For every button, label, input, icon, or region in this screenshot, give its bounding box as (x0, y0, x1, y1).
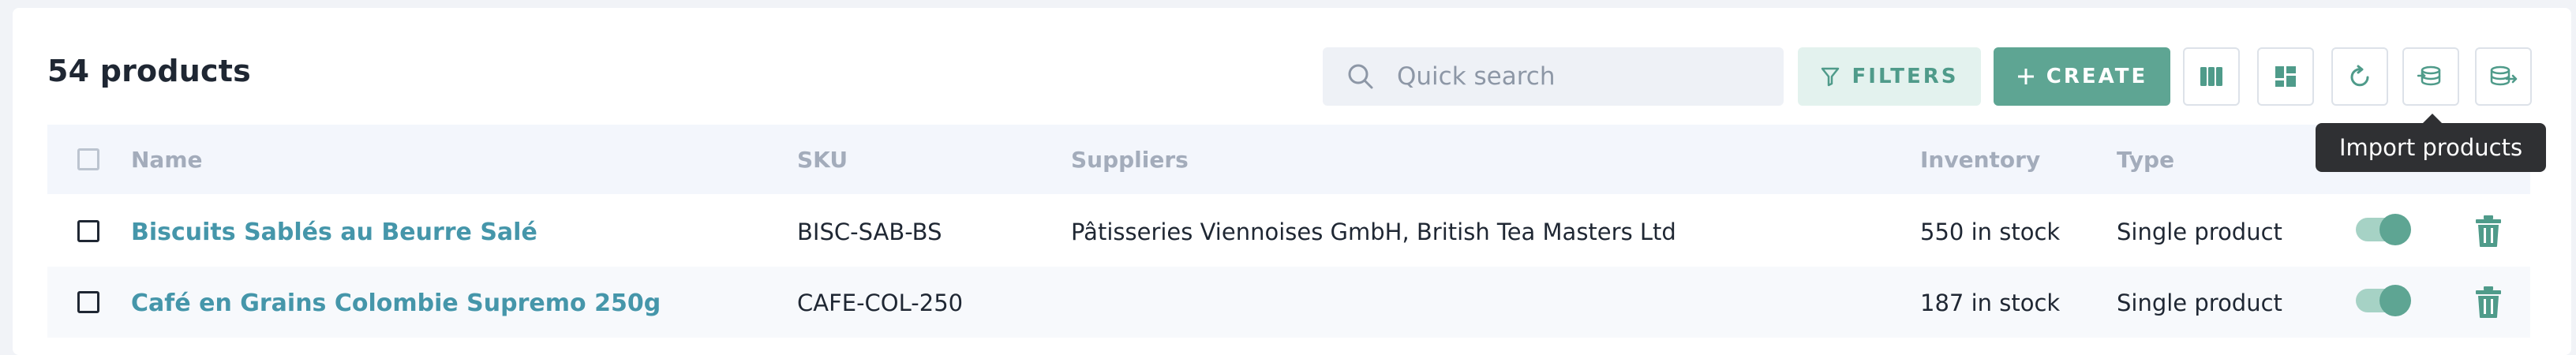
select-all-checkbox[interactable] (77, 148, 99, 170)
product-sku: CAFE-COL-250 (797, 290, 964, 316)
product-type: Single product (2117, 219, 2282, 245)
table-row[interactable]: Café en Grains Colombie Supremo 250g CAF… (47, 267, 2530, 338)
import-button[interactable] (2402, 47, 2459, 106)
column-header-sku[interactable]: SKU (797, 147, 848, 173)
create-button[interactable]: CREATE (1994, 47, 2170, 106)
product-suppliers: Pâtisseries Viennoises GmbH, British Tea… (1071, 219, 1676, 245)
column-header-name[interactable]: Name (131, 147, 203, 173)
plus-icon (2017, 69, 2034, 84)
active-toggle[interactable] (2356, 285, 2411, 316)
product-inventory: 187 in stock (1920, 290, 2061, 316)
export-button[interactable] (2475, 47, 2532, 106)
search-icon (1348, 64, 1373, 89)
row-checkbox[interactable] (77, 291, 99, 313)
columns-button[interactable] (2183, 47, 2240, 106)
product-type: Single product (2117, 290, 2282, 316)
trash-icon[interactable] (2475, 286, 2502, 319)
row-checkbox[interactable] (77, 220, 99, 242)
filter-icon (1821, 67, 1839, 87)
product-name-link[interactable]: Biscuits Sablés au Beurre Salé (131, 219, 537, 246)
table-header: Name SKU Suppliers Inventory Type (47, 125, 2530, 194)
filters-label: FILTERS (1852, 65, 1959, 88)
column-header-inventory[interactable]: Inventory (1920, 147, 2040, 173)
product-sku: BISC-SAB-BS (797, 219, 942, 245)
export-icon (2490, 65, 2518, 86)
table-row[interactable]: Biscuits Sablés au Beurre Salé BISC-SAB-… (47, 196, 2530, 267)
search-input[interactable] (1397, 47, 1768, 106)
column-header-suppliers[interactable]: Suppliers (1071, 147, 1189, 173)
import-icon (2417, 65, 2441, 86)
quick-search[interactable] (1323, 47, 1784, 106)
product-name-link[interactable]: Café en Grains Colombie Supremo 250g (131, 290, 661, 317)
product-inventory: 550 in stock (1920, 219, 2061, 245)
layout-icon (2275, 66, 2296, 87)
refresh-icon (2350, 65, 2369, 87)
page-title: 54 products (47, 54, 251, 88)
create-label: CREATE (2046, 65, 2148, 88)
refresh-button[interactable] (2331, 47, 2388, 106)
filters-button[interactable]: FILTERS (1798, 47, 1981, 106)
columns-icon (2200, 67, 2222, 86)
layout-button[interactable] (2257, 47, 2314, 106)
column-header-type[interactable]: Type (2117, 147, 2174, 173)
import-tooltip: Import products (2316, 114, 2546, 172)
active-toggle[interactable] (2356, 214, 2411, 245)
trash-icon[interactable] (2475, 215, 2502, 248)
